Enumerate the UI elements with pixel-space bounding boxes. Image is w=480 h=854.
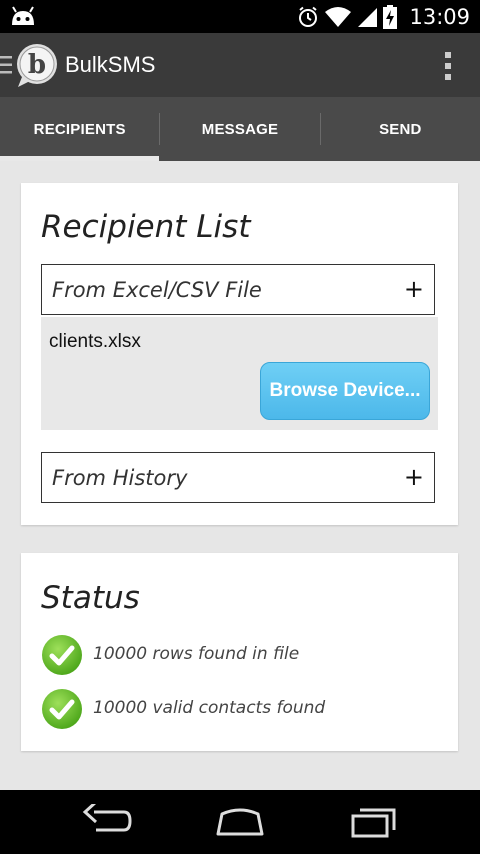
action-bar: b BulkSMS bbox=[0, 33, 480, 97]
recipient-list-card: Recipient List From Excel/CSV File + cli… bbox=[21, 183, 458, 525]
overflow-menu-icon[interactable] bbox=[442, 50, 454, 82]
clock: 13:09 bbox=[409, 4, 470, 29]
app-logo[interactable]: b bbox=[14, 43, 60, 89]
alarm-icon bbox=[299, 6, 318, 27]
tab-recipients[interactable]: RECIPIENTS bbox=[0, 97, 160, 161]
menu-icon[interactable] bbox=[0, 55, 12, 75]
section-label: From Excel/CSV File bbox=[52, 278, 262, 302]
tab-send[interactable]: SEND bbox=[321, 97, 480, 161]
status-card: Status 10000 rows found in file 10000 va… bbox=[21, 553, 458, 751]
status-item: 10000 rows found in file bbox=[41, 634, 441, 676]
card-title: Recipient List bbox=[41, 209, 251, 245]
app-title: BulkSMS bbox=[65, 52, 156, 77]
recent-apps-icon[interactable] bbox=[350, 804, 398, 840]
navigation-bar bbox=[0, 790, 480, 854]
excel-csv-section-body: clients.xlsx Browse Device... bbox=[41, 317, 438, 430]
status-item: 10000 valid contacts found bbox=[41, 688, 441, 730]
tab-message[interactable]: MESSAGE bbox=[160, 97, 319, 161]
selected-file-name: clients.xlsx bbox=[49, 331, 141, 352]
check-icon bbox=[42, 635, 82, 675]
home-icon[interactable] bbox=[214, 804, 266, 840]
tab-bar: RECIPIENTS MESSAGE SEND bbox=[0, 97, 480, 161]
status-text: 10000 rows found in file bbox=[93, 644, 300, 664]
tab-label: SEND bbox=[379, 120, 422, 138]
browse-device-button[interactable]: Browse Device... bbox=[260, 362, 430, 420]
card-title: Status bbox=[41, 580, 140, 616]
tab-label: MESSAGE bbox=[201, 120, 279, 138]
section-label: From History bbox=[52, 466, 188, 490]
android-icon bbox=[12, 6, 34, 25]
back-icon[interactable] bbox=[82, 804, 132, 840]
status-bar: 13:09 bbox=[0, 0, 480, 33]
expand-icon: + bbox=[403, 275, 424, 303]
status-text: 10000 valid contacts found bbox=[93, 698, 326, 718]
battery-icon bbox=[383, 4, 398, 29]
history-section-header[interactable]: From History + bbox=[41, 452, 435, 503]
svg-text:b: b bbox=[28, 50, 46, 80]
check-icon bbox=[42, 689, 82, 729]
expand-icon: + bbox=[403, 463, 424, 491]
signal-icon bbox=[358, 7, 378, 27]
excel-csv-section-header[interactable]: From Excel/CSV File + bbox=[41, 264, 435, 315]
tab-label: RECIPIENTS bbox=[33, 120, 126, 138]
wifi-icon bbox=[325, 6, 352, 27]
